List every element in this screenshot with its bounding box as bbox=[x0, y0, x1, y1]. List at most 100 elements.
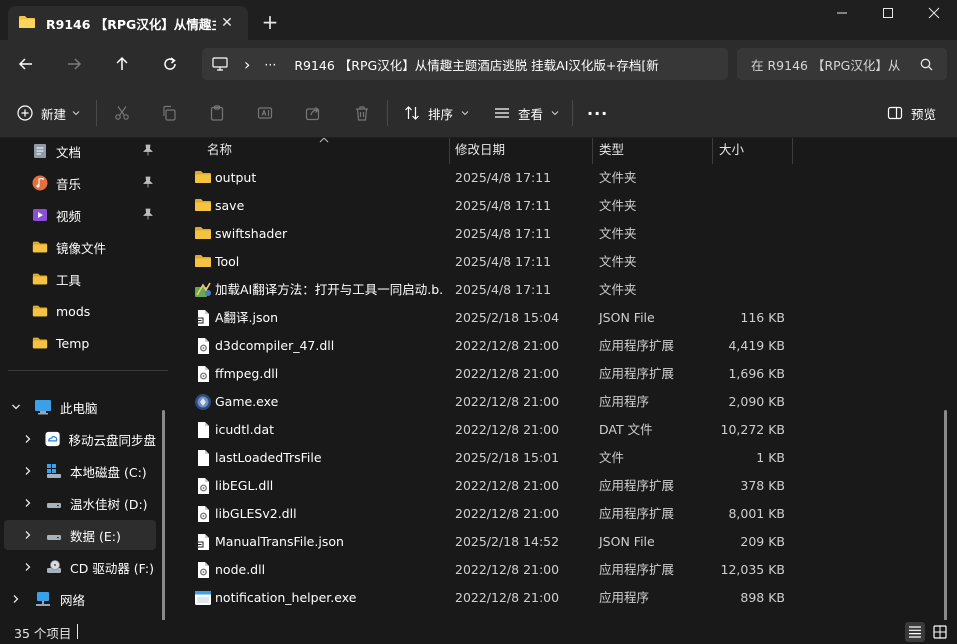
sidebar-item-image-files[interactable]: 镜像文件 bbox=[4, 232, 156, 262]
chevron-right-icon[interactable] bbox=[10, 593, 22, 605]
column-size[interactable]: 大小 bbox=[711, 138, 791, 164]
sidebar-item-cloud-drive[interactable]: 移动云盘同步盘 bbox=[4, 424, 156, 454]
chevron-right-icon[interactable] bbox=[22, 497, 34, 509]
table-row[interactable]: save 2025/4/8 17:11 文件夹 bbox=[176, 192, 957, 220]
table-row[interactable]: node.dll 2022/12/8 21:00 应用程序扩展 12,035 KB bbox=[176, 556, 957, 584]
column-date[interactable]: 修改日期 bbox=[447, 138, 591, 164]
chevron-right-icon[interactable] bbox=[22, 561, 34, 573]
preview-pane-icon bbox=[887, 106, 903, 120]
maximize-button[interactable] bbox=[865, 0, 911, 32]
table-row[interactable]: swiftshader 2025/4/8 17:11 文件夹 bbox=[176, 220, 957, 248]
file-type: 文件夹 bbox=[599, 198, 637, 213]
exe-icon bbox=[194, 589, 212, 607]
column-name[interactable]: 名称 bbox=[199, 138, 449, 164]
file-name: icudtl.dat bbox=[215, 422, 275, 437]
table-row[interactable]: Game.exe 2022/12/8 21:00 应用程序 2,090 KB bbox=[176, 388, 957, 416]
table-row[interactable]: icudtl.dat 2022/12/8 21:00 DAT 文件 10,272 KB bbox=[176, 416, 957, 444]
item-count: 35 个项目 bbox=[14, 626, 72, 641]
tab-active[interactable]: R9146 【RPG汉化】从情趣主题 ✕ bbox=[8, 6, 248, 40]
chevron-down-icon[interactable] bbox=[10, 401, 22, 413]
view-button[interactable]: 查看 bbox=[494, 101, 559, 125]
more-options-button[interactable]: ··· bbox=[587, 101, 608, 125]
sort-button[interactable]: 排序 bbox=[404, 101, 469, 125]
table-row[interactable]: d3dcompiler_47.dll 2022/12/8 21:00 应用程序扩展 4… bbox=[176, 332, 957, 360]
dll-file-icon bbox=[194, 477, 212, 495]
column-header: 名称 修改日期 类型 大小 bbox=[176, 138, 957, 164]
table-row[interactable]: lastLoadedTrsFile 2025/2/18 15:01 文件 1 KB bbox=[176, 444, 957, 472]
refresh-icon bbox=[164, 57, 176, 70]
minimize-button[interactable] bbox=[819, 0, 865, 32]
sidebar-item-drive-d[interactable]: 温水佳树 (D:) bbox=[4, 488, 156, 518]
file-type: 应用程序 bbox=[599, 590, 650, 605]
share-button[interactable] bbox=[305, 101, 321, 125]
file-date: 2025/2/18 15:01 bbox=[455, 450, 560, 465]
sidebar-item-music[interactable]: 音乐 bbox=[4, 168, 156, 198]
up-button[interactable] bbox=[110, 52, 134, 76]
sidebar-item-this-pc[interactable]: 此电脑 bbox=[4, 392, 156, 422]
file-size: 378 KB bbox=[740, 478, 785, 493]
copy-button[interactable] bbox=[161, 101, 177, 125]
file-date: 2025/4/8 17:11 bbox=[455, 254, 552, 269]
details-view-button[interactable] bbox=[905, 622, 925, 642]
table-row[interactable]: ManualTransFile.json 2025/2/18 14:52 JSON … bbox=[176, 528, 957, 556]
table-row[interactable]: libGLESv2.dll 2022/12/8 21:00 应用程序扩展 8,001 … bbox=[176, 500, 957, 528]
forward-button[interactable] bbox=[62, 52, 86, 76]
file-type: 文件夹 bbox=[599, 254, 637, 269]
navigation-pane: 文档 音乐 视频 镜像文件 工具 mods Temp 此电脑 移动云盘同步盘 本… bbox=[0, 138, 176, 620]
column-divider[interactable] bbox=[792, 138, 793, 164]
close-window-button[interactable] bbox=[911, 0, 957, 32]
tab-title: R9146 【RPG汉化】从情趣主题 bbox=[46, 16, 216, 32]
file-date: 2022/12/8 21:00 bbox=[455, 590, 560, 605]
table-row[interactable]: Tool 2025/4/8 17:11 文件夹 bbox=[176, 248, 957, 276]
file-size: 116 KB bbox=[740, 310, 785, 325]
search-input[interactable]: 在 R9146 【RPG汉化】从 bbox=[737, 48, 947, 80]
chevron-right-icon[interactable] bbox=[22, 465, 34, 477]
column-type[interactable]: 类型 bbox=[591, 138, 711, 164]
rename-button[interactable] bbox=[257, 101, 273, 125]
windows-drive-icon bbox=[47, 464, 61, 478]
thumbnail-view-button[interactable] bbox=[930, 622, 950, 642]
new-button[interactable]: 新建 bbox=[17, 101, 80, 125]
refresh-button[interactable] bbox=[158, 52, 182, 76]
delete-button[interactable] bbox=[354, 101, 370, 125]
table-row[interactable]: 加载AI翻译方法：打开与工具一同启动.b... 2025/4/8 17:11 文件夹 bbox=[176, 276, 957, 304]
sidebar-item-drive-e[interactable]: 数据 (E:) bbox=[4, 520, 156, 550]
breadcrumb-path[interactable]: R9146 【RPG汉化】从情趣主题酒店逃脱 挂载AI汉化版+存档[新 bbox=[294, 55, 658, 74]
sidebar-item-temp[interactable]: Temp bbox=[4, 328, 156, 358]
table-row[interactable]: A翻译.json 2025/2/18 15:04 JSON File 116 KB bbox=[176, 304, 957, 332]
table-row[interactable]: notification_helper.exe 2022/12/8 21:00 应用… bbox=[176, 584, 957, 612]
sidebar-label: 本地磁盘 (C:) bbox=[70, 464, 147, 480]
file-list-scrollbar[interactable] bbox=[944, 410, 947, 620]
sidebar-item-drive-c[interactable]: 本地磁盘 (C:) bbox=[4, 456, 156, 486]
new-tab-button[interactable]: + bbox=[258, 11, 282, 35]
sidebar-item-network[interactable]: 网络 bbox=[4, 584, 156, 614]
paste-button[interactable] bbox=[209, 101, 225, 125]
sidebar-item-documents[interactable]: 文档 bbox=[4, 138, 156, 166]
breadcrumb-chevron[interactable]: › bbox=[244, 55, 250, 74]
arrow-up-icon bbox=[116, 56, 128, 70]
title-bar: R9146 【RPG汉化】从情趣主题 ✕ + bbox=[0, 0, 957, 40]
sort-icon bbox=[405, 106, 419, 120]
sidebar-item-drive-f[interactable]: CD 驱动器 (F:) bbox=[4, 552, 156, 582]
sidebar-scrollbar[interactable] bbox=[162, 410, 165, 620]
preview-pane-button[interactable]: 预览 bbox=[887, 101, 936, 125]
sidebar-item-mods[interactable]: mods bbox=[4, 296, 156, 326]
chevron-right-icon[interactable] bbox=[22, 433, 33, 445]
cut-button[interactable] bbox=[114, 101, 130, 125]
table-row[interactable]: libEGL.dll 2022/12/8 21:00 应用程序扩展 378 KB bbox=[176, 472, 957, 500]
sidebar-label: Temp bbox=[56, 335, 90, 351]
folder-icon bbox=[32, 305, 48, 317]
file-name: notification_helper.exe bbox=[215, 590, 357, 605]
file-size: 8,001 KB bbox=[728, 506, 785, 521]
dll-file-icon bbox=[194, 505, 212, 523]
sidebar-item-videos[interactable]: 视频 bbox=[4, 200, 156, 230]
tab-close-icon[interactable]: ✕ bbox=[216, 15, 238, 31]
chevron-right-icon[interactable] bbox=[22, 529, 34, 541]
table-row[interactable]: ffmpeg.dll 2022/12/8 21:00 应用程序扩展 1,696 KB bbox=[176, 360, 957, 388]
sidebar-item-tools[interactable]: 工具 bbox=[4, 264, 156, 294]
back-button[interactable] bbox=[14, 52, 38, 76]
table-row[interactable]: output 2025/4/8 17:11 文件夹 bbox=[176, 164, 957, 192]
game-exe-icon bbox=[194, 393, 212, 411]
address-bar[interactable]: › ··· R9146 【RPG汉化】从情趣主题酒店逃脱 挂载AI汉化版+存档[… bbox=[202, 48, 728, 80]
breadcrumb-overflow-button[interactable]: ··· bbox=[264, 57, 276, 72]
